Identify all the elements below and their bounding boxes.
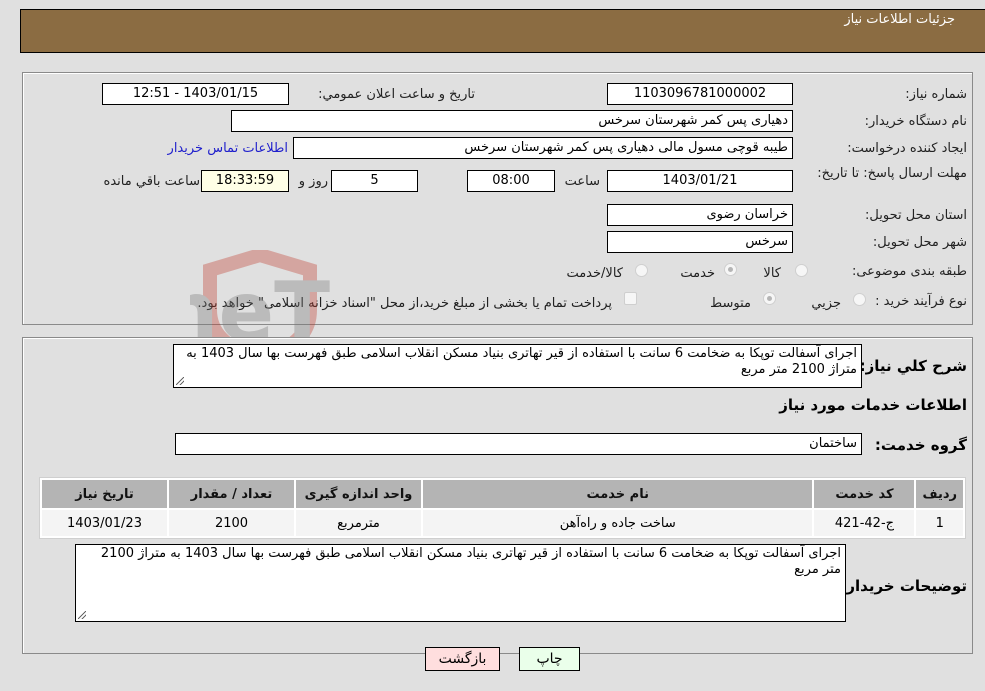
- time-remaining-field: 18:33:59: [201, 170, 289, 192]
- city-label: شهر محل تحویل:: [872, 235, 967, 250]
- cell-need-date: 1403/01/23: [42, 510, 167, 536]
- province-label: استان محل تحویل:: [865, 208, 967, 223]
- days-label: روز و: [298, 174, 328, 189]
- cell-quantity: 2100: [169, 510, 294, 536]
- buyer-notes-label: توضيحات خريدار:: [840, 577, 967, 595]
- process-minor-label: جزيي: [811, 296, 841, 311]
- process-radio-medium[interactable]: [763, 292, 776, 305]
- announce-field: 1403/01/15 - 12:51: [102, 83, 289, 105]
- col-header-row-number: رديف: [916, 480, 963, 508]
- col-header-service-code: کد خدمت: [814, 480, 915, 508]
- page-header: [20, 9, 985, 53]
- cell-row-number: 1: [916, 510, 963, 536]
- service-group-label: گروه خدمت:: [874, 436, 967, 454]
- back-button[interactable]: بازگشت: [425, 647, 500, 671]
- col-header-unit: واحد اندازه گیری: [296, 480, 421, 508]
- cell-service-name: ساخت جاده و راه‌آهن: [423, 510, 813, 536]
- requester-field: طیبه قوچی مسول مالی دهیاری پس کمر شهرستا…: [293, 137, 793, 159]
- category-service-label: خدمت: [680, 266, 715, 281]
- buyer-notes-text: اجرای آسفالت توپکا به ضخامت 6 سانت با اس…: [100, 546, 841, 577]
- deadline-time-label: ساعت: [564, 174, 600, 189]
- category-label: طبقه بندی موضوعی:: [851, 264, 967, 279]
- buyer-org-field: دهیاری پس کمر شهرستان سرخس: [231, 110, 793, 132]
- announce-label: تاريخ و ساعت اعلان عمومي:: [318, 87, 475, 102]
- need-number-label: شماره نیاز:: [905, 87, 967, 102]
- buyer-notes-textarea[interactable]: اجرای آسفالت توپکا به ضخامت 6 سانت با اس…: [75, 544, 846, 622]
- category-goods-label: کالا: [763, 266, 781, 281]
- time-remaining-label: ساعت باقي مانده: [103, 174, 200, 189]
- description-textarea[interactable]: اجرای آسفالت توپکا به ضخامت 6 سانت با اس…: [173, 344, 862, 388]
- cell-unit: مترمربع: [296, 510, 421, 536]
- col-header-need-date: تاریخ نیاز: [42, 480, 167, 508]
- category-radio-goods-service[interactable]: [635, 264, 648, 277]
- service-group-field: ساختمان: [175, 433, 862, 455]
- resize-grip-icon[interactable]: [176, 377, 184, 385]
- services-section-title: اطلاعات خدمات مورد نياز: [779, 396, 967, 414]
- buyer-contact-link[interactable]: اطلاعات تماس خريدار: [168, 141, 288, 156]
- col-header-quantity: تعداد / مقدار: [169, 480, 294, 508]
- table-header-row: رديف کد خدمت نام خدمت واحد اندازه گیری ت…: [42, 480, 963, 508]
- category-radio-goods[interactable]: [795, 264, 808, 277]
- city-field: سرخس: [607, 231, 793, 253]
- days-remaining-field: 5: [331, 170, 418, 192]
- process-medium-label: متوسط: [710, 296, 751, 311]
- deadline-label: مهلت ارسال پاسخ: تا تاريخ:: [817, 166, 967, 181]
- deadline-date-field: 1403/01/21: [607, 170, 793, 192]
- page-title: جزئیات اطلاعات نیاز: [844, 12, 955, 27]
- category-radio-service[interactable]: [724, 263, 737, 276]
- services-table: رديف کد خدمت نام خدمت واحد اندازه گیری ت…: [39, 477, 966, 539]
- print-button[interactable]: چاپ: [519, 647, 580, 671]
- treasury-note: پرداخت تمام یا بخشی از مبلغ خرید،از محل …: [197, 296, 612, 311]
- description-text: اجرای آسفالت توپکا به ضخامت 6 سانت با اس…: [186, 346, 857, 377]
- process-label: نوع فرآيند خريد :: [875, 294, 967, 309]
- treasury-checkbox[interactable]: [624, 292, 637, 305]
- buyer-org-label: نام دستگاه خريدار:: [864, 114, 967, 129]
- province-field: خراسان رضوی: [607, 204, 793, 226]
- category-goods-service-label: کالا/خدمت: [566, 266, 623, 281]
- need-number-field: 1103096781000002: [607, 83, 793, 105]
- table-row: 1 ج-42-421 ساخت جاده و راه‌آهن مترمربع 2…: [42, 510, 963, 536]
- col-header-service-name: نام خدمت: [423, 480, 813, 508]
- deadline-time-field: 08:00: [467, 170, 555, 192]
- cell-service-code: ج-42-421: [814, 510, 915, 536]
- description-label: شرح كلي نياز:: [859, 357, 967, 375]
- requester-label: ايجاد کننده درخواست:: [847, 141, 967, 156]
- process-radio-minor[interactable]: [853, 293, 866, 306]
- resize-grip-icon[interactable]: [78, 611, 86, 619]
